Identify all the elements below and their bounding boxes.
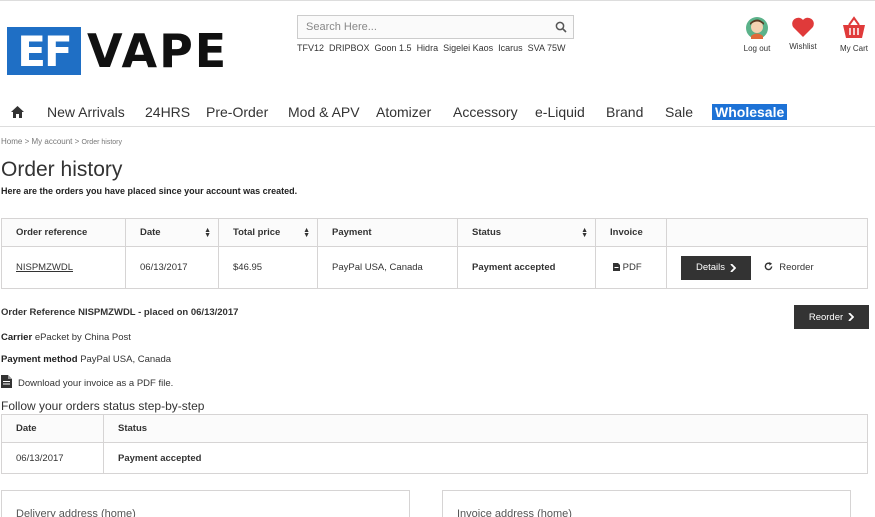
cart-label: My Cart — [840, 44, 868, 53]
payment-method-line: Payment method PayPal USA, Canada — [1, 354, 171, 365]
column-header-status: Status — [103, 414, 868, 443]
details-label: Details — [695, 262, 726, 273]
table-row: 06/13/2017 Payment accepted — [1, 442, 868, 474]
refresh-icon — [764, 262, 773, 271]
nav-item-accessory[interactable]: Accessory — [453, 104, 518, 120]
page-title: Order history — [1, 158, 123, 181]
download-invoice-link[interactable]: Download your invoice as a PDF file. — [1, 374, 173, 389]
reorder-label: Reorder — [779, 262, 814, 273]
logout-link[interactable]: Log out — [741, 16, 773, 53]
table-header-row: Date Status — [1, 414, 868, 443]
sort-icon[interactable]: ▲ ▼ — [204, 227, 211, 239]
reorder-button[interactable]: Reorder — [794, 305, 869, 329]
delivery-address-box: Delivery address (home) — [1, 490, 410, 517]
order-reference-cell: NISPMZWDL — [1, 246, 126, 289]
invoice-address-title: Invoice address (home) — [457, 508, 572, 517]
breadcrumb: Home > My account > Order history — [1, 137, 122, 146]
reorder-button-label: Reorder — [808, 311, 844, 323]
orders-table: Order reference Date ▲ ▼ Total price ▲ ▼ Pay… — [1, 218, 868, 289]
order-status-cell: Payment accepted — [457, 246, 596, 289]
tag-link[interactable]: Hidra — [417, 43, 439, 53]
chevron-right-icon — [848, 313, 855, 321]
nav-item-new-arrivals[interactable]: New Arrivals — [47, 104, 125, 120]
order-invoice-cell: PDF — [595, 246, 667, 289]
nav-item-24hrs[interactable]: 24HRS — [145, 104, 190, 120]
nav-item-mod-apv[interactable]: Mod & APV — [288, 104, 360, 120]
breadcrumb-separator: > — [24, 137, 30, 146]
order-date-cell: 06/13/2017 — [125, 246, 219, 289]
order-actions-cell: Details Reorder — [666, 246, 868, 289]
column-header-actions — [666, 218, 868, 247]
search-icon[interactable] — [555, 21, 567, 33]
tag-link[interactable]: DRIPBOX — [329, 43, 370, 53]
tag-link[interactable]: Goon 1.5 — [375, 43, 412, 53]
breadcrumb-home[interactable]: Home — [1, 137, 22, 146]
column-header-date[interactable]: Date ▲ ▼ — [125, 218, 219, 247]
follow-status-title: Follow your orders status step-by-step — [1, 399, 205, 413]
status-table: Date Status 06/13/2017 Payment accepted — [1, 414, 868, 474]
popular-tags: TFV12 DRIPBOX Goon 1.5 Hidra Sigelei Kao… — [297, 43, 566, 53]
column-header-payment: Payment — [317, 218, 458, 247]
nav-item-e-liquid[interactable]: e-Liquid — [535, 104, 585, 120]
status-date-cell: 06/13/2017 — [1, 442, 104, 474]
payment-method-label: Payment method — [1, 354, 78, 365]
breadcrumb-current: Order history — [81, 139, 122, 146]
carrier-label: Carrier — [1, 332, 33, 343]
nav-item-atomizer[interactable]: Atomizer — [376, 104, 431, 120]
cart-icon — [843, 16, 865, 38]
column-header-total-price[interactable]: Total price ▲ ▼ — [218, 218, 318, 247]
column-header-order-reference: Order reference — [1, 218, 126, 247]
file-icon — [1, 375, 12, 388]
details-button[interactable]: Details — [681, 255, 751, 280]
wishlist-label: Wishlist — [789, 42, 817, 51]
invoice-address-box: Invoice address (home) — [442, 490, 851, 517]
sort-icon[interactable]: ▲ ▼ — [303, 227, 310, 239]
order-reference-link[interactable]: NISPMZWDL — [16, 262, 73, 273]
column-header-invoice: Invoice — [595, 218, 667, 247]
top-border — [0, 0, 875, 3]
sort-icon[interactable]: ▲ ▼ — [581, 227, 588, 239]
breadcrumb-separator: > — [74, 137, 80, 146]
order-payment-cell: PayPal USA, Canada — [317, 246, 458, 289]
search-box — [297, 15, 574, 39]
table-row: NISPMZWDL 06/13/2017 $46.95 PayPal USA, … — [1, 246, 868, 289]
breadcrumb-account[interactable]: My account — [31, 137, 72, 146]
column-header-date: Date — [1, 414, 104, 443]
search-input[interactable] — [298, 16, 538, 38]
chevron-right-icon — [730, 263, 737, 272]
carrier-value: ePacket by China Post — [34, 332, 131, 343]
cart-link[interactable]: My Cart — [837, 16, 871, 53]
nav-item-brand[interactable]: Brand — [606, 104, 643, 120]
pdf-icon — [613, 263, 620, 271]
logo-text: VAPE — [87, 24, 229, 78]
logout-label: Log out — [743, 44, 771, 53]
home-icon[interactable] — [11, 106, 24, 118]
logo-box: EF — [7, 27, 81, 76]
carrier-line: Carrier ePacket by China Post — [1, 332, 131, 343]
avatar-icon — [746, 17, 768, 39]
wishlist-link[interactable]: Wishlist — [786, 16, 820, 51]
invoice-pdf-label: PDF — [622, 262, 642, 273]
order-total-cell: $46.95 — [218, 246, 318, 289]
payment-method-value: PayPal USA, Canada — [80, 354, 172, 365]
nav-item-pre-order[interactable]: Pre-Order — [206, 104, 268, 120]
nav-item-wholesale[interactable]: Wholesale — [712, 104, 788, 120]
column-header-status[interactable]: Status ▲ ▼ — [457, 218, 596, 247]
download-invoice-text: Download your invoice as a PDF file. — [18, 378, 174, 389]
page-subtitle: Here are the orders you have placed sinc… — [1, 186, 298, 196]
status-value-cell: Payment accepted — [103, 442, 868, 474]
order-detail-heading: Order Reference NISPMZWDL - placed on 06… — [1, 307, 239, 318]
tag-link[interactable]: TFV12 — [297, 43, 324, 53]
heart-icon — [792, 17, 814, 37]
main-nav: New Arrivals 24HRS Pre-Order Mod & APV A… — [0, 101, 875, 127]
tag-link[interactable]: SVA 75W — [528, 43, 566, 53]
invoice-pdf-link[interactable]: PDF — [613, 262, 642, 273]
table-header-row: Order reference Date ▲ ▼ Total price ▲ ▼ Pay… — [1, 218, 868, 247]
reorder-link[interactable]: Reorder — [764, 262, 814, 273]
site-logo[interactable]: EF VAPE — [7, 24, 229, 78]
tag-link[interactable]: Icarus — [498, 43, 523, 53]
nav-item-sale[interactable]: Sale — [665, 104, 693, 120]
tag-link[interactable]: Sigelei Kaos — [443, 43, 493, 53]
delivery-address-title: Delivery address (home) — [16, 508, 136, 517]
